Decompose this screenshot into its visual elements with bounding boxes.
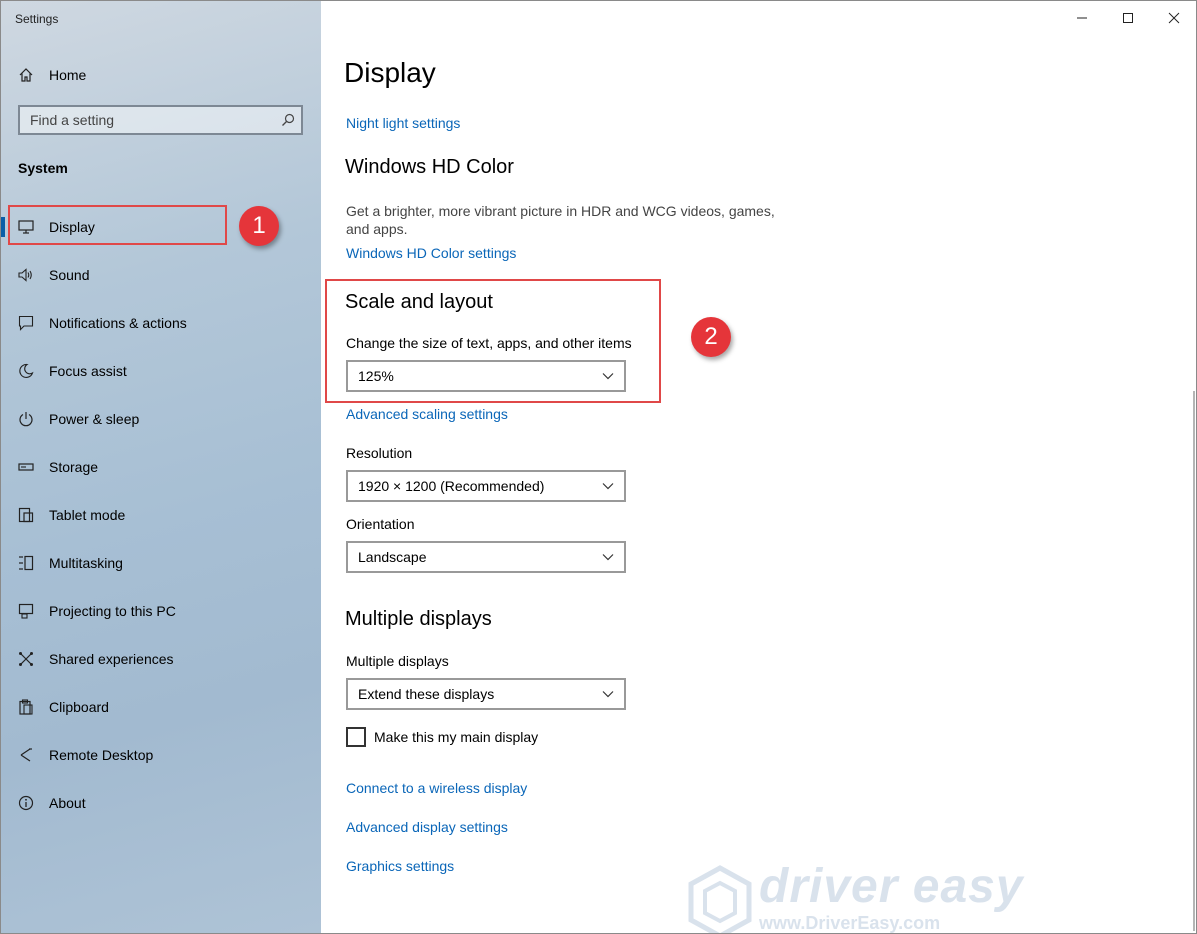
hd-color-settings-link[interactable]: Windows HD Color settings bbox=[346, 245, 516, 261]
chevron-down-icon bbox=[602, 553, 614, 561]
sidebar-item-label: Remote Desktop bbox=[49, 747, 154, 763]
step-badge-1: 1 bbox=[239, 206, 279, 246]
sidebar-item-label: Power & sleep bbox=[49, 411, 140, 427]
power-icon bbox=[17, 410, 35, 428]
watermark-text: driver easy www.DriverEasy.com bbox=[759, 860, 1024, 934]
sidebar: Settings Home Find a setting System Disp… bbox=[1, 1, 321, 933]
sidebar-item-clipboard[interactable]: Clipboard bbox=[1, 683, 321, 731]
sidebar-item-label: Shared experiences bbox=[49, 651, 174, 667]
sidebar-item-about[interactable]: About bbox=[1, 779, 321, 827]
app-title: Settings bbox=[15, 12, 59, 26]
hd-color-heading: Windows HD Color bbox=[345, 156, 514, 178]
chevron-down-icon bbox=[602, 482, 614, 490]
shared-experiences-icon bbox=[17, 650, 35, 668]
sidebar-item-label: Focus assist bbox=[49, 363, 127, 379]
scrollbar[interactable] bbox=[1193, 391, 1195, 931]
sidebar-item-remote-desktop[interactable]: Remote Desktop bbox=[1, 731, 321, 779]
page-title: Display bbox=[344, 57, 436, 88]
clipboard-icon bbox=[17, 698, 35, 716]
home-icon bbox=[18, 67, 34, 83]
advanced-display-settings-link[interactable]: Advanced display settings bbox=[346, 819, 508, 835]
home-label: Home bbox=[49, 67, 87, 83]
sidebar-item-power-sleep[interactable]: Power & sleep bbox=[1, 395, 321, 443]
tablet-icon bbox=[17, 506, 35, 524]
main-display-checkbox[interactable] bbox=[346, 727, 366, 747]
sidebar-item-sound[interactable]: Sound bbox=[1, 251, 321, 299]
orientation-label: Orientation bbox=[346, 516, 415, 532]
sidebar-item-storage[interactable]: Storage bbox=[1, 443, 321, 491]
night-light-settings-link[interactable]: Night light settings bbox=[346, 115, 460, 131]
advanced-scaling-settings-link[interactable]: Advanced scaling settings bbox=[346, 406, 508, 422]
watermark-logo-icon bbox=[687, 865, 753, 933]
storage-icon bbox=[17, 458, 35, 476]
sidebar-item-label: Clipboard bbox=[49, 699, 109, 715]
step-badge-2: 2 bbox=[691, 317, 731, 357]
resolution-dropdown[interactable]: 1920 × 1200 (Recommended) bbox=[346, 470, 626, 502]
search-placeholder: Find a setting bbox=[30, 112, 115, 128]
info-icon bbox=[17, 794, 35, 812]
moon-icon bbox=[17, 362, 35, 380]
hd-color-description: Get a brighter, more vibrant picture in … bbox=[346, 203, 775, 237]
sidebar-nav: Display Sound Notifications & actions Fo… bbox=[1, 203, 321, 827]
sidebar-item-tablet-mode[interactable]: Tablet mode bbox=[1, 491, 321, 539]
sidebar-item-label: Projecting to this PC bbox=[49, 603, 176, 619]
sidebar-item-label: Tablet mode bbox=[49, 507, 126, 523]
multiple-displays-heading: Multiple displays bbox=[345, 608, 492, 630]
orientation-value: Landscape bbox=[358, 549, 427, 565]
projecting-icon bbox=[17, 602, 35, 620]
sidebar-item-shared-experiences[interactable]: Shared experiences bbox=[1, 635, 321, 683]
watermark-brand: driver easy bbox=[759, 860, 1024, 913]
remote-desktop-icon bbox=[17, 746, 35, 764]
notification-icon bbox=[17, 314, 35, 332]
search-input[interactable]: Find a setting bbox=[18, 105, 303, 135]
home-button[interactable]: Home bbox=[18, 65, 86, 85]
orientation-dropdown[interactable]: Landscape bbox=[346, 541, 626, 573]
sidebar-item-label: About bbox=[49, 795, 86, 811]
sidebar-item-label: Multitasking bbox=[49, 555, 123, 571]
settings-window: Settings Home Find a setting System Disp… bbox=[0, 0, 1197, 934]
resolution-value: 1920 × 1200 (Recommended) bbox=[358, 478, 545, 494]
multiple-displays-label: Multiple displays bbox=[346, 653, 449, 669]
speaker-icon bbox=[17, 266, 35, 284]
sidebar-item-projecting[interactable]: Projecting to this PC bbox=[1, 587, 321, 635]
sidebar-item-label: Storage bbox=[49, 459, 99, 475]
main-display-checkbox-row: Make this my main display bbox=[346, 727, 538, 747]
callout-box-2 bbox=[325, 279, 661, 403]
sidebar-item-label: Notifications & actions bbox=[49, 315, 187, 331]
watermark: driver easy www.DriverEasy.com bbox=[687, 860, 1024, 934]
watermark-url: www.DriverEasy.com bbox=[759, 913, 941, 933]
multiple-displays-value: Extend these displays bbox=[358, 686, 495, 702]
section-label-system: System bbox=[18, 160, 68, 176]
resolution-label: Resolution bbox=[346, 445, 413, 461]
graphics-settings-link[interactable]: Graphics settings bbox=[346, 858, 454, 874]
sidebar-item-notifications[interactable]: Notifications & actions bbox=[1, 299, 321, 347]
sidebar-item-multitasking[interactable]: Multitasking bbox=[1, 539, 321, 587]
main-display-checkbox-label: Make this my main display bbox=[374, 729, 539, 745]
sidebar-item-focus-assist[interactable]: Focus assist bbox=[1, 347, 321, 395]
multitasking-icon bbox=[17, 554, 35, 572]
wireless-display-link[interactable]: Connect to a wireless display bbox=[346, 780, 527, 796]
main-content: Display Night light settings Windows HD … bbox=[322, 1, 1196, 933]
sidebar-item-label: Sound bbox=[49, 267, 90, 283]
search-icon[interactable] bbox=[281, 113, 295, 127]
callout-box-1 bbox=[8, 205, 227, 245]
chevron-down-icon bbox=[602, 690, 614, 698]
multiple-displays-dropdown[interactable]: Extend these displays bbox=[346, 678, 626, 710]
